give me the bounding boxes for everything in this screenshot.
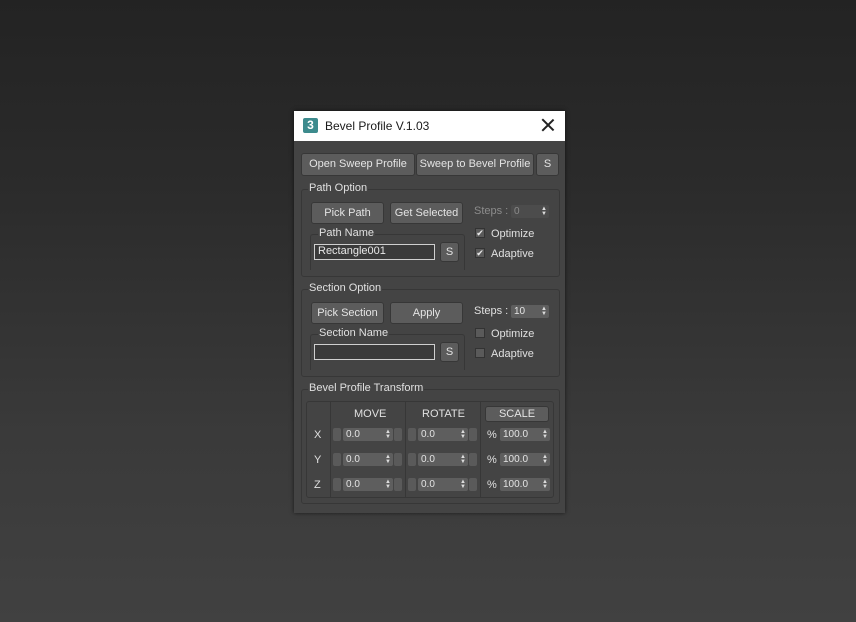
section-adaptive-label: Adaptive bbox=[491, 348, 534, 360]
rotate-x-drag-handle-right[interactable] bbox=[469, 428, 477, 441]
path-optimize-label: Optimize bbox=[491, 228, 535, 240]
apply-button[interactable]: Apply bbox=[390, 302, 463, 324]
get-selected-button[interactable]: Get Selected bbox=[390, 202, 463, 224]
move-x-value: 0.0 bbox=[346, 429, 360, 440]
path-adaptive-label: Adaptive bbox=[491, 248, 534, 260]
divider bbox=[330, 402, 331, 497]
rotate-x-drag-handle[interactable] bbox=[408, 428, 416, 441]
section-steps-spinner[interactable]: 10 ▲ ▼ bbox=[511, 305, 549, 318]
move-y-drag-handle[interactable] bbox=[333, 453, 341, 466]
axis-label-x: X bbox=[314, 429, 322, 441]
section-optimize-label: Optimize bbox=[491, 328, 535, 340]
section-steps-value: 10 bbox=[514, 306, 526, 317]
move-x-drag-handle-right[interactable] bbox=[394, 428, 402, 441]
rotate-z-drag-handle-right[interactable] bbox=[469, 478, 477, 491]
move-z-spinner[interactable]: 0.0 ▲ ▼ bbox=[343, 478, 393, 491]
scale-y-value: 100.0 bbox=[503, 454, 529, 465]
path-steps-value: 0 bbox=[514, 206, 520, 217]
path-name-s-button[interactable]: S bbox=[440, 242, 459, 262]
rotate-y-drag-handle[interactable] bbox=[408, 453, 416, 466]
rotate-header: ROTATE bbox=[422, 408, 465, 420]
axis-label-y: Y bbox=[314, 454, 322, 466]
rotate-y-drag-handle-right[interactable] bbox=[469, 453, 477, 466]
app-icon: 3 bbox=[303, 118, 318, 133]
section-name-label: Section Name bbox=[318, 327, 390, 339]
bevel-profile-window: 3 Bevel Profile V.1.03 Open Sweep Profil… bbox=[294, 111, 565, 513]
scale-z-value: 100.0 bbox=[503, 479, 529, 490]
open-sweep-profile-button[interactable]: Open Sweep Profile bbox=[301, 153, 415, 176]
rotate-y-spinner[interactable]: 0.0 ▲ ▼ bbox=[418, 453, 468, 466]
rotate-y-value: 0.0 bbox=[421, 454, 435, 465]
move-z-value: 0.0 bbox=[346, 479, 360, 490]
path-steps-spinner[interactable]: 0 ▲ ▼ bbox=[511, 205, 549, 218]
axis-label-z: Z bbox=[314, 479, 321, 491]
move-y-drag-handle-right[interactable] bbox=[394, 453, 402, 466]
rotate-z-spinner[interactable]: 0.0 ▲ ▼ bbox=[418, 478, 468, 491]
section-name-s-button[interactable]: S bbox=[440, 342, 459, 362]
path-adaptive-checkbox[interactable]: ✔ bbox=[475, 248, 485, 258]
transform-title: Bevel Profile Transform bbox=[308, 382, 425, 394]
scale-y-spinner[interactable]: 100.0 ▲ ▼ bbox=[500, 453, 550, 466]
move-header: MOVE bbox=[354, 408, 387, 420]
section-name-field[interactable] bbox=[314, 344, 435, 360]
path-option-title: Path Option bbox=[308, 182, 369, 194]
scale-z-percent: % bbox=[487, 479, 497, 491]
section-steps-label: Steps : bbox=[474, 305, 509, 317]
pick-section-button[interactable]: Pick Section bbox=[311, 302, 384, 324]
scale-x-value: 100.0 bbox=[503, 429, 529, 440]
section-option-title: Section Option bbox=[308, 282, 383, 294]
rotate-z-value: 0.0 bbox=[421, 479, 435, 490]
divider bbox=[405, 402, 406, 497]
divider bbox=[480, 402, 481, 497]
path-name-field[interactable]: Rectangle001 bbox=[314, 244, 435, 260]
path-name-label: Path Name bbox=[318, 227, 376, 239]
rotate-x-spinner[interactable]: 0.0 ▲ ▼ bbox=[418, 428, 468, 441]
scale-button[interactable]: SCALE bbox=[485, 406, 549, 422]
move-z-drag-handle[interactable] bbox=[333, 478, 341, 491]
scale-x-percent: % bbox=[487, 429, 497, 441]
move-z-drag-handle-right[interactable] bbox=[394, 478, 402, 491]
rotate-z-drag-handle[interactable] bbox=[408, 478, 416, 491]
move-x-spinner[interactable]: 0.0 ▲ ▼ bbox=[343, 428, 393, 441]
window-title: Bevel Profile V.1.03 bbox=[325, 119, 430, 133]
scale-y-percent: % bbox=[487, 454, 497, 466]
sweep-to-bevel-profile-button[interactable]: Sweep to Bevel Profile bbox=[416, 153, 534, 176]
scale-z-spinner[interactable]: 100.0 ▲ ▼ bbox=[500, 478, 550, 491]
path-optimize-checkbox[interactable]: ✔ bbox=[475, 228, 485, 238]
title-bar: 3 Bevel Profile V.1.03 bbox=[294, 111, 565, 141]
rotate-x-value: 0.0 bbox=[421, 429, 435, 440]
move-x-drag-handle[interactable] bbox=[333, 428, 341, 441]
path-steps-label: Steps : bbox=[474, 205, 509, 217]
section-adaptive-checkbox[interactable] bbox=[475, 348, 485, 358]
move-y-value: 0.0 bbox=[346, 454, 360, 465]
move-y-spinner[interactable]: 0.0 ▲ ▼ bbox=[343, 453, 393, 466]
pick-path-button[interactable]: Pick Path bbox=[311, 202, 384, 224]
section-optimize-checkbox[interactable] bbox=[475, 328, 485, 338]
scale-x-spinner[interactable]: 100.0 ▲ ▼ bbox=[500, 428, 550, 441]
s-button[interactable]: S bbox=[536, 153, 559, 176]
close-icon[interactable] bbox=[541, 118, 555, 132]
